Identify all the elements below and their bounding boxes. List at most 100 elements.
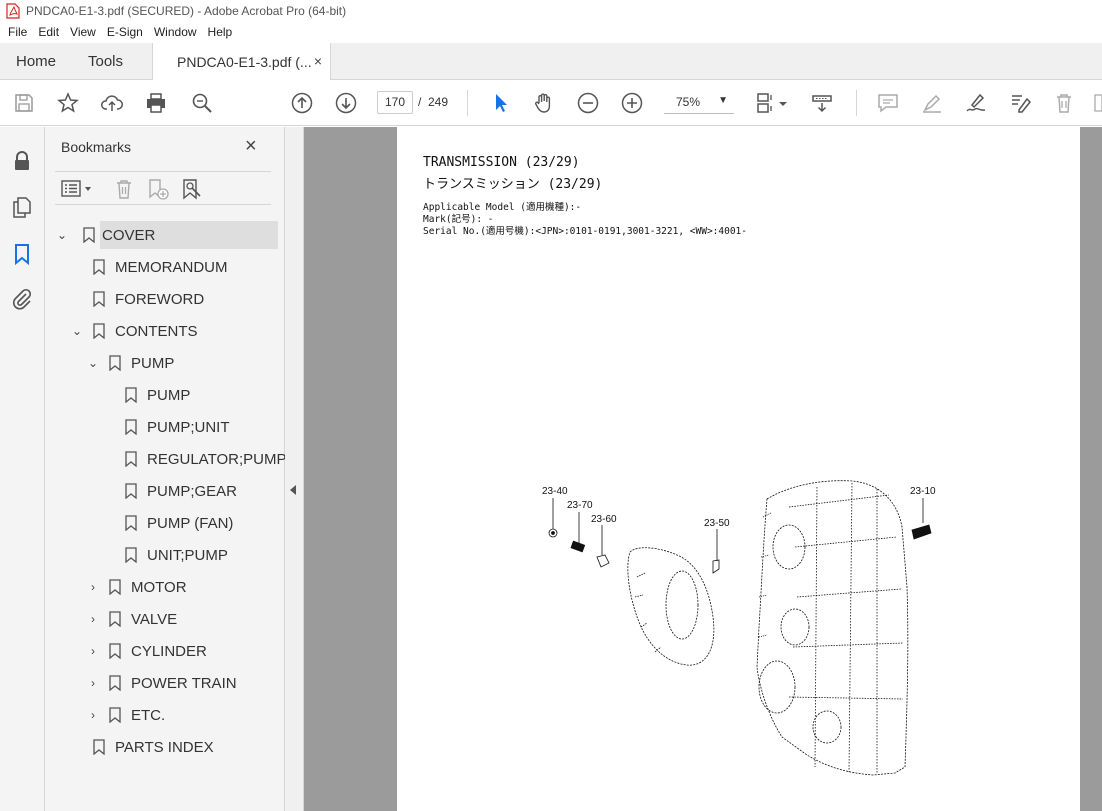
menu-view[interactable]: View <box>70 25 96 39</box>
bookmark-cover[interactable]: ⌄ COVER <box>57 221 278 249</box>
save-icon[interactable] <box>12 91 36 115</box>
new-bookmark-icon[interactable] <box>147 178 169 200</box>
bookmark-motor[interactable]: › MOTOR <box>87 573 187 601</box>
zoom-out-icon[interactable] <box>576 91 600 115</box>
page-display-icon[interactable] <box>754 91 786 115</box>
bookmark-parts-index[interactable]: PARTS INDEX <box>93 733 214 761</box>
hand-tool-icon[interactable] <box>532 91 556 115</box>
bookmark-pump-group[interactable]: ⌄ PUMP <box>87 349 174 377</box>
zoom-level-value: 75% <box>676 95 701 109</box>
close-icon[interactable]: × <box>245 135 257 158</box>
bookmark-icon <box>125 483 137 499</box>
bookmark-pump-fan[interactable]: PUMP (FAN) <box>125 509 233 537</box>
chevron-down-icon: ▼ <box>718 95 728 106</box>
bookmark-label: CYLINDER <box>131 642 207 660</box>
bookmark-label: PARTS INDEX <box>115 738 214 756</box>
bookmark-label: VALVE <box>131 610 178 628</box>
bookmark-pump[interactable]: PUMP <box>125 381 190 409</box>
bookmark-memorandum[interactable]: MEMORANDUM <box>93 253 228 281</box>
page-number-input[interactable]: 170 <box>377 91 413 114</box>
tab-document[interactable]: PNDCA0-E1-3.pdf (... × <box>152 43 331 81</box>
edit-pdf-icon[interactable] <box>1008 91 1032 115</box>
sign-pen-icon[interactable] <box>964 91 988 115</box>
tab-bar: Home Tools PNDCA0-E1-3.pdf (... × <box>0 43 1102 81</box>
acrobat-icon <box>6 3 20 19</box>
bookmark-cylinder[interactable]: › CYLINDER <box>87 637 207 665</box>
bookmark-pump-gear[interactable]: PUMP;GEAR <box>125 477 237 505</box>
delete-icon[interactable] <box>1052 91 1076 115</box>
bookmark-icon <box>109 675 121 691</box>
bookmark-power-train[interactable]: › POWER TRAIN <box>87 669 237 697</box>
bookmark-options-icon[interactable] <box>61 178 95 200</box>
more-tools-icon[interactable] <box>1092 91 1102 115</box>
close-tab-icon[interactable]: × <box>314 53 322 69</box>
bookmark-pump-unit[interactable]: PUMP;UNIT <box>125 413 230 441</box>
menu-esign[interactable]: E-Sign <box>107 25 143 39</box>
chevron-down-icon[interactable]: ⌄ <box>56 228 68 242</box>
zoom-search-icon[interactable] <box>190 91 214 115</box>
chevron-down-icon[interactable]: ⌄ <box>71 324 83 338</box>
chevron-down-icon[interactable]: ⌄ <box>87 356 99 370</box>
navigation-rail <box>0 127 45 811</box>
bookmark-icon <box>83 227 95 243</box>
bookmark-label: MOTOR <box>131 578 187 596</box>
bookmark-label: MEMORANDUM <box>115 258 228 276</box>
chevron-right-icon[interactable]: › <box>87 708 99 722</box>
bookmark-icon <box>125 515 137 531</box>
menu-help[interactable]: Help <box>208 25 233 39</box>
scroll-mode-icon[interactable] <box>810 91 834 115</box>
chevron-right-icon[interactable]: › <box>87 612 99 626</box>
panel-collapse-handle[interactable] <box>285 127 304 811</box>
lock-icon[interactable] <box>10 149 34 173</box>
bookmark-label: PUMP <box>131 354 175 372</box>
pdf-page: TRANSMISSION (23/29) トランスミッション (23/29) A… <box>397 127 1080 811</box>
bookmark-label: CONTENTS <box>115 322 198 340</box>
previous-page-icon[interactable] <box>290 91 314 115</box>
menu-file[interactable]: File <box>8 25 27 39</box>
select-cursor-icon[interactable] <box>488 91 512 115</box>
bookmark-icon <box>109 611 121 627</box>
bookmark-regulator-pump[interactable]: REGULATOR;PUMP <box>125 445 286 473</box>
zoom-level-dropdown[interactable]: 75% ▼ <box>664 91 734 114</box>
chevron-right-icon[interactable]: › <box>87 580 99 594</box>
bookmark-icon <box>109 643 121 659</box>
bookmarks-panel: Bookmarks × ⌄ COVER MEMORANDUM FOREWORD … <box>45 127 286 811</box>
bookmark-icon <box>125 547 137 563</box>
bookmark-icon <box>109 707 121 723</box>
bookmark-contents[interactable]: ⌄ CONTENTS <box>71 317 198 345</box>
chevron-right-icon[interactable]: › <box>87 676 99 690</box>
bookmark-icon <box>125 387 137 403</box>
bookmark-label: PUMP;GEAR <box>147 482 238 500</box>
bookmark-label: UNIT;PUMP <box>147 546 228 564</box>
attachment-icon[interactable] <box>10 287 34 311</box>
chevron-right-icon[interactable]: › <box>87 644 99 658</box>
menu-window[interactable]: Window <box>154 25 197 39</box>
bookmark-unit-pump[interactable]: UNIT;PUMP <box>125 541 228 569</box>
menu-bar: File Edit View E-Sign Window Help <box>0 22 1102 42</box>
delete-bookmark-icon[interactable] <box>113 178 135 200</box>
tab-tools[interactable]: Tools <box>88 43 123 80</box>
find-bookmark-icon[interactable] <box>181 178 203 200</box>
upload-cloud-icon[interactable] <box>100 91 124 115</box>
bookmark-foreword[interactable]: FOREWORD <box>93 285 204 313</box>
bookmark-icon <box>93 291 105 307</box>
bookmark-panel-icon[interactable] <box>10 242 34 266</box>
bookmark-label: REGULATOR;PUMP <box>147 450 287 468</box>
bookmark-valve[interactable]: › VALVE <box>87 605 177 633</box>
zoom-in-icon[interactable] <box>620 91 644 115</box>
print-icon[interactable] <box>144 91 168 115</box>
bookmark-icon <box>93 739 105 755</box>
bookmark-etc[interactable]: › ETC. <box>87 701 165 729</box>
page-display-caret-icon[interactable] <box>778 97 788 107</box>
star-icon[interactable] <box>56 91 80 115</box>
highlight-pen-icon[interactable] <box>920 91 944 115</box>
menu-edit[interactable]: Edit <box>38 25 59 39</box>
bookmark-icon <box>109 355 121 371</box>
comment-icon[interactable] <box>876 91 900 115</box>
bookmark-label: POWER TRAIN <box>131 674 237 692</box>
page-thumbnails-icon[interactable] <box>10 195 34 219</box>
tab-home[interactable]: Home <box>16 43 56 80</box>
bookmark-label: PUMP <box>147 386 191 404</box>
next-page-icon[interactable] <box>334 91 358 115</box>
document-viewport[interactable]: TRANSMISSION (23/29) トランスミッション (23/29) A… <box>304 127 1102 811</box>
